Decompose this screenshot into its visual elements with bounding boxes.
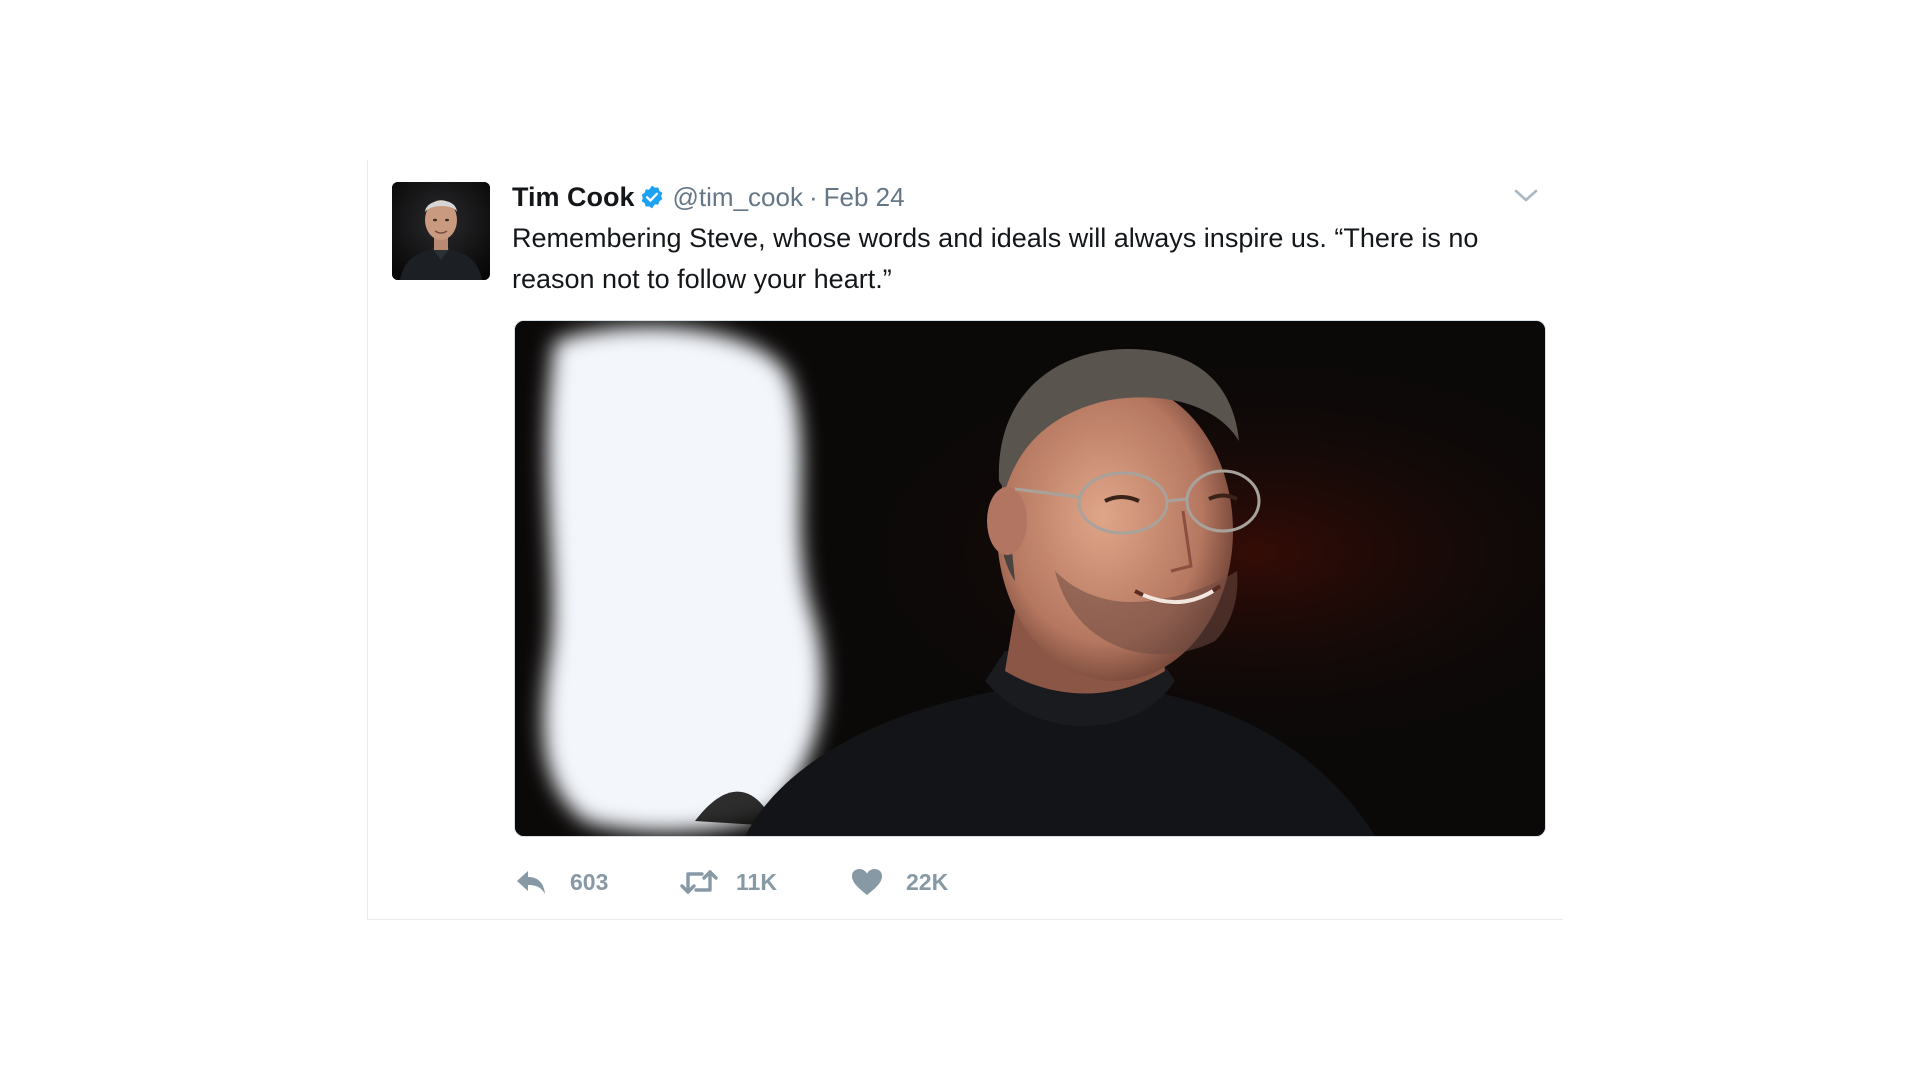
author-handle[interactable]: @tim_cook — [673, 182, 803, 213]
tweet-timestamp[interactable]: Feb 24 — [824, 182, 905, 213]
chevron-down-icon[interactable] — [1513, 186, 1539, 206]
verified-badge-icon — [639, 184, 665, 210]
tweet-text: Remembering Steve, whose words and ideal… — [512, 223, 1479, 294]
tweet-card[interactable]: Tim Cook @tim_cook · Feb 24 Remembering … — [367, 160, 1563, 920]
tweet-header: Tim Cook @tim_cook · Feb 24 — [512, 179, 905, 215]
reply-button[interactable]: 603 — [514, 867, 680, 897]
tweet-actions: 603 11K 22K — [514, 862, 990, 902]
avatar[interactable] — [392, 182, 490, 280]
tweet-media-photo[interactable] — [514, 320, 1546, 837]
like-button[interactable]: 22K — [850, 867, 990, 897]
photo-steve-jobs — [515, 321, 1545, 836]
like-count: 22K — [906, 868, 949, 895]
reply-count: 603 — [570, 868, 609, 895]
retweet-button[interactable]: 11K — [680, 867, 850, 897]
heart-icon — [850, 867, 884, 897]
reply-icon — [514, 867, 548, 897]
author-name[interactable]: Tim Cook — [512, 182, 635, 213]
avatar-image — [392, 182, 490, 280]
retweet-icon — [680, 867, 718, 897]
retweet-count: 11K — [736, 868, 777, 895]
header-separator: · — [808, 181, 818, 212]
